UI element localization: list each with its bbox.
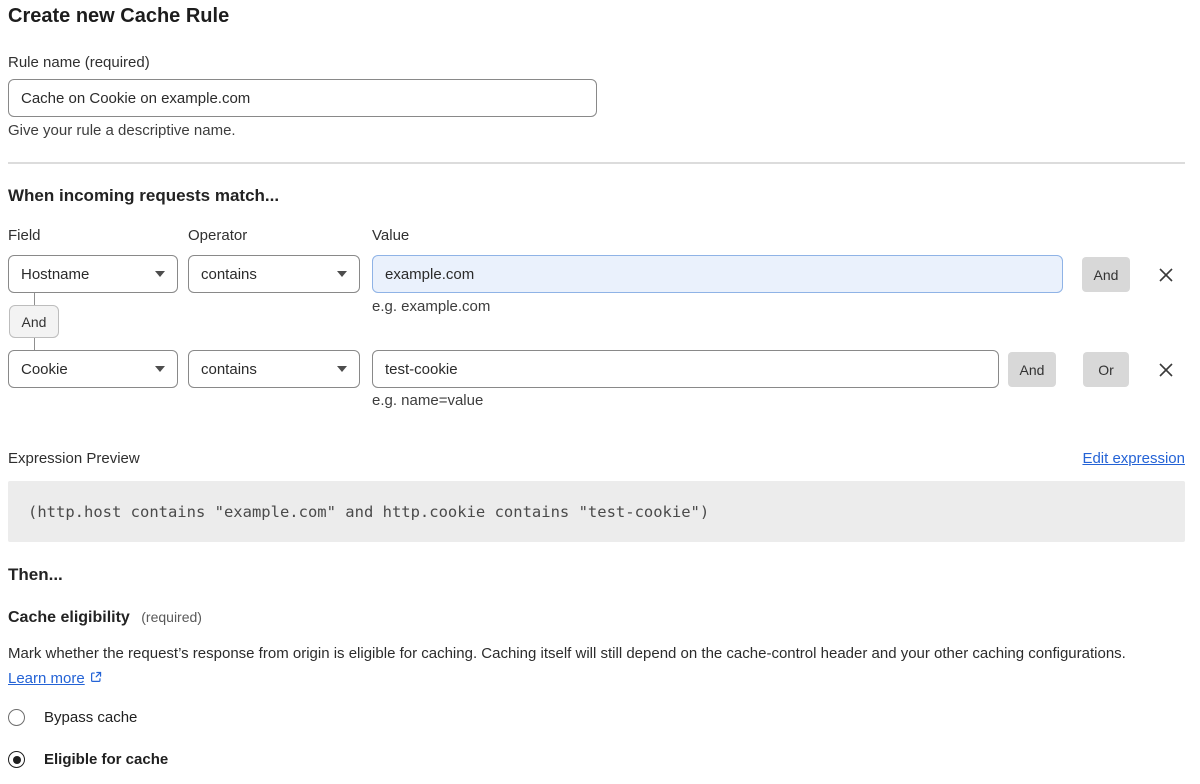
- radio-label-eligible-for-cache: Eligible for cache: [44, 751, 168, 768]
- expression-code-box: (http.host contains "example.com" and ht…: [8, 481, 1185, 542]
- value-input-row2[interactable]: [372, 350, 999, 388]
- close-icon: [1157, 266, 1175, 284]
- cache-eligibility-title: Cache eligibility: [8, 609, 130, 626]
- remove-row1-button[interactable]: [1157, 266, 1175, 284]
- match-section-heading: When incoming requests match...: [8, 186, 279, 206]
- expression-code: (http.host contains "example.com" and ht…: [28, 503, 709, 521]
- value-hint-row1: e.g. example.com: [372, 298, 490, 315]
- radio-selected-icon: [8, 751, 25, 768]
- cache-eligibility-description-text: Mark whether the request’s response from…: [8, 645, 1126, 662]
- operator-select-row2-value: contains: [201, 361, 257, 378]
- chevron-down-icon: [155, 271, 165, 277]
- connector-and-chip[interactable]: And: [9, 305, 59, 338]
- radio-option-bypass-cache[interactable]: Bypass cache: [8, 709, 137, 726]
- field-select-row2-value: Cookie: [21, 361, 68, 378]
- connector-line-top: [34, 293, 35, 305]
- rule-name-helper: Give your rule a descriptive name.: [8, 122, 236, 139]
- cache-eligibility-description: Mark whether the request’s response from…: [8, 641, 1160, 692]
- field-select-row1-value: Hostname: [21, 266, 89, 283]
- close-icon: [1157, 361, 1175, 379]
- remove-row2-button[interactable]: [1157, 361, 1175, 379]
- and-button-row1[interactable]: And: [1082, 257, 1130, 292]
- value-column-label: Value: [372, 227, 409, 244]
- operator-select-row1[interactable]: contains: [188, 255, 360, 293]
- operator-select-row1-value: contains: [201, 266, 257, 283]
- rule-name-label: Rule name (required): [8, 54, 150, 71]
- cache-eligibility-required-tag: (required): [141, 609, 202, 625]
- or-button-row2[interactable]: Or: [1083, 352, 1129, 387]
- radio-label-bypass-cache: Bypass cache: [44, 709, 137, 726]
- page-title: Create new Cache Rule: [8, 5, 229, 28]
- connector-line-bottom: [34, 338, 35, 350]
- field-column-label: Field: [8, 227, 41, 244]
- expression-preview-label: Expression Preview: [8, 450, 140, 467]
- operator-column-label: Operator: [188, 227, 247, 244]
- rule-name-input[interactable]: [8, 79, 597, 117]
- operator-select-row2[interactable]: contains: [188, 350, 360, 388]
- value-hint-row2: e.g. name=value: [372, 392, 483, 409]
- radio-unselected-icon: [8, 709, 25, 726]
- chevron-down-icon: [155, 366, 165, 372]
- chevron-down-icon: [337, 271, 347, 277]
- field-select-row2[interactable]: Cookie: [8, 350, 178, 388]
- radio-option-eligible-for-cache[interactable]: Eligible for cache: [8, 751, 168, 768]
- and-button-row2[interactable]: And: [1008, 352, 1056, 387]
- then-heading: Then...: [8, 565, 63, 585]
- value-input-row1[interactable]: [372, 255, 1063, 293]
- learn-more-link[interactable]: Learn more: [8, 670, 85, 687]
- field-select-row1[interactable]: Hostname: [8, 255, 178, 293]
- external-link-icon: [89, 667, 103, 692]
- edit-expression-link[interactable]: Edit expression: [1082, 450, 1185, 467]
- chevron-down-icon: [337, 366, 347, 372]
- section-divider: [8, 162, 1185, 164]
